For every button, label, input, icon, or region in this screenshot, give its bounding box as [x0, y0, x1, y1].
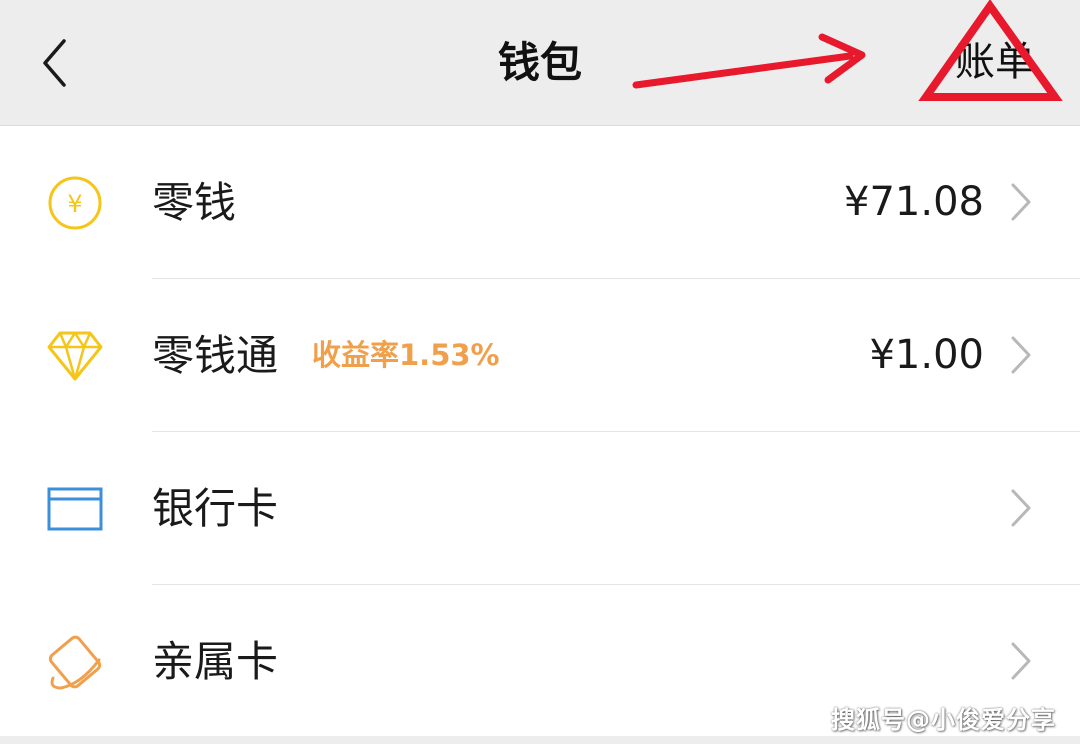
list-item-bank-card[interactable]: 银行卡 [0, 432, 1080, 585]
nav-bar: 钱包 账单 [0, 0, 1080, 126]
diamond-icon [44, 325, 106, 387]
list-item-label: 银行卡 [152, 484, 279, 533]
svg-text:¥: ¥ [67, 190, 82, 218]
page-title: 钱包 [497, 38, 582, 87]
coin-yen-icon: ¥ [44, 172, 106, 234]
list-item-label: 零钱 [152, 178, 237, 227]
chevron-right-icon [1011, 336, 1031, 374]
list-item-change[interactable]: ¥ 零钱 ¥71.08 [0, 126, 1080, 279]
yield-rate-tag: 收益率1.53% [312, 338, 500, 372]
wallet-list: ¥ 零钱 ¥71.08 零钱通 收益率1.53% ¥1.00 银行卡 亲属卡 [0, 126, 1080, 738]
bank-card-icon [44, 478, 106, 540]
list-item-label: 零钱通 [152, 331, 279, 380]
bottom-strip [0, 736, 1080, 744]
list-item-label: 亲属卡 [152, 637, 279, 686]
bill-button[interactable]: 账单 [955, 32, 1035, 92]
balance-value: ¥1.00 [869, 332, 984, 378]
chevron-right-icon [1011, 642, 1031, 680]
chevron-left-icon [43, 39, 66, 87]
watermark: 搜狐号@小俊爱分享 [831, 706, 1056, 734]
family-card-icon [44, 631, 106, 693]
chevron-right-icon [1011, 183, 1031, 221]
balance-value: ¥71.08 [844, 179, 984, 225]
back-button[interactable] [30, 33, 80, 93]
chevron-right-icon [1011, 489, 1031, 527]
list-item-change-plus[interactable]: 零钱通 收益率1.53% ¥1.00 [0, 279, 1080, 432]
